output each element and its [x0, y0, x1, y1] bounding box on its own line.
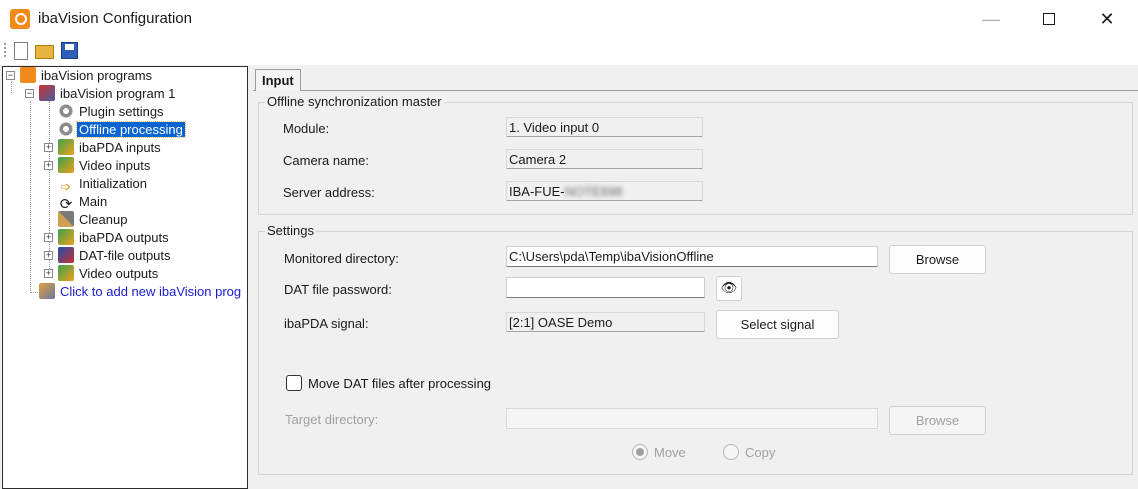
- gear-icon: [58, 121, 74, 137]
- minimize-button[interactable]: —: [962, 0, 1020, 38]
- app-logo-icon: [10, 9, 30, 29]
- sync-master-title: Offline synchronization master: [265, 94, 444, 109]
- expand-toggle[interactable]: +: [44, 143, 53, 152]
- dat-output-icon: [58, 247, 74, 263]
- window-title: ibaVision Configuration: [38, 10, 192, 27]
- show-password-button[interactable]: 👁: [716, 276, 742, 301]
- tree-item-initialization[interactable]: ➩ Initialization: [58, 175, 149, 194]
- tree-item-plugin-settings[interactable]: Plugin settings: [58, 103, 166, 121]
- dat-password-label: DAT file password:: [284, 282, 392, 297]
- select-signal-button[interactable]: Select signal: [716, 310, 839, 339]
- title-bar: ibaVision Configuration — ✕: [0, 0, 1138, 38]
- gear-icon: [58, 103, 74, 119]
- tree-item-offline-processing[interactable]: Offline processing: [58, 121, 186, 139]
- toolbar: [0, 38, 1138, 65]
- move-radio[interactable]: [632, 444, 648, 460]
- expand-toggle[interactable]: +: [44, 251, 53, 260]
- expand-toggle[interactable]: +: [44, 161, 53, 170]
- add-program-link[interactable]: Click to add new ibaVision prog: [39, 283, 243, 301]
- settings-group: Settings: [258, 223, 1133, 475]
- move-files-checkbox[interactable]: [286, 375, 302, 391]
- server-address-value: IBA-FUE-NOTE698: [506, 181, 703, 201]
- video-input-icon: [58, 157, 74, 173]
- tree-item-cleanup[interactable]: Cleanup: [58, 211, 129, 229]
- server-address-label: Server address:: [283, 185, 375, 200]
- camera-name-value: Camera 2: [506, 149, 703, 169]
- server-address-prefix: IBA-FUE-: [509, 184, 565, 199]
- server-address-redacted: NOTE698: [564, 184, 623, 199]
- ibapda-signal-value: [2:1] OASE Demo: [506, 312, 705, 332]
- add-program-icon: [39, 283, 55, 299]
- open-folder-icon[interactable]: [35, 45, 54, 59]
- monitored-directory-input[interactable]: C:\Users\pda\Temp\ibaVisionOffline: [506, 246, 878, 267]
- new-file-icon[interactable]: [14, 42, 28, 60]
- tab-page-input: Offline synchronization master Module: 1…: [253, 90, 1138, 489]
- copy-radio-label[interactable]: Copy: [745, 445, 775, 460]
- tree-root[interactable]: ibaVision programs: [20, 67, 154, 85]
- tree-program-1[interactable]: ibaVision program 1: [39, 85, 177, 103]
- ibavision-programs-icon: [20, 67, 36, 83]
- program-icon: [39, 85, 55, 101]
- broom-icon: [58, 211, 74, 227]
- settings-title: Settings: [265, 223, 316, 238]
- tree-item-video-outputs[interactable]: Video outputs: [58, 265, 160, 283]
- save-icon[interactable]: [61, 42, 78, 59]
- move-radio-label[interactable]: Move: [654, 445, 686, 460]
- maximize-button[interactable]: [1020, 0, 1078, 38]
- pda-input-icon: [58, 139, 74, 155]
- expand-toggle[interactable]: +: [44, 269, 53, 278]
- toolbar-grip[interactable]: [4, 43, 6, 59]
- copy-radio[interactable]: [723, 444, 739, 460]
- browse-button[interactable]: Browse: [889, 245, 986, 274]
- main-panel: Input Offline synchronization master Mod…: [252, 66, 1138, 489]
- video-output-icon: [58, 265, 74, 281]
- ibapda-signal-label: ibaPDA signal:: [284, 316, 369, 331]
- dat-password-input[interactable]: [506, 277, 705, 298]
- target-directory-label: Target directory:: [285, 412, 379, 427]
- target-directory-input[interactable]: [506, 408, 878, 429]
- tree-line: [30, 101, 31, 291]
- monitored-directory-label: Monitored directory:: [284, 251, 399, 266]
- eye-icon: 👁: [720, 280, 738, 295]
- tree-item-video-inputs[interactable]: Video inputs: [58, 157, 152, 175]
- move-files-label[interactable]: Move DAT files after processing: [308, 376, 491, 391]
- tree-item-main[interactable]: ⟳ Main: [58, 193, 109, 213]
- expand-toggle[interactable]: +: [44, 233, 53, 242]
- tree-item-ibapda-inputs[interactable]: ibaPDA inputs: [58, 139, 163, 157]
- tree-item-ibapda-outputs[interactable]: ibaPDA outputs: [58, 229, 171, 247]
- close-button[interactable]: ✕: [1078, 0, 1136, 38]
- tree-line: [49, 101, 50, 273]
- tab-input[interactable]: Input: [255, 69, 301, 91]
- program-tree[interactable]: − ibaVision programs − ibaVision program…: [2, 66, 248, 489]
- module-value: 1. Video input 0: [506, 117, 703, 137]
- tree-item-dat-file-outputs[interactable]: DAT-file outputs: [58, 247, 173, 265]
- camera-name-label: Camera name:: [283, 153, 369, 168]
- maximize-icon: [1043, 13, 1055, 25]
- tree-line: [11, 81, 12, 93]
- target-browse-button[interactable]: Browse: [889, 406, 986, 435]
- root-collapse-toggle[interactable]: −: [6, 71, 15, 80]
- module-label: Module:: [283, 121, 330, 136]
- program-collapse-toggle[interactable]: −: [25, 89, 34, 98]
- pda-output-icon: [58, 229, 74, 245]
